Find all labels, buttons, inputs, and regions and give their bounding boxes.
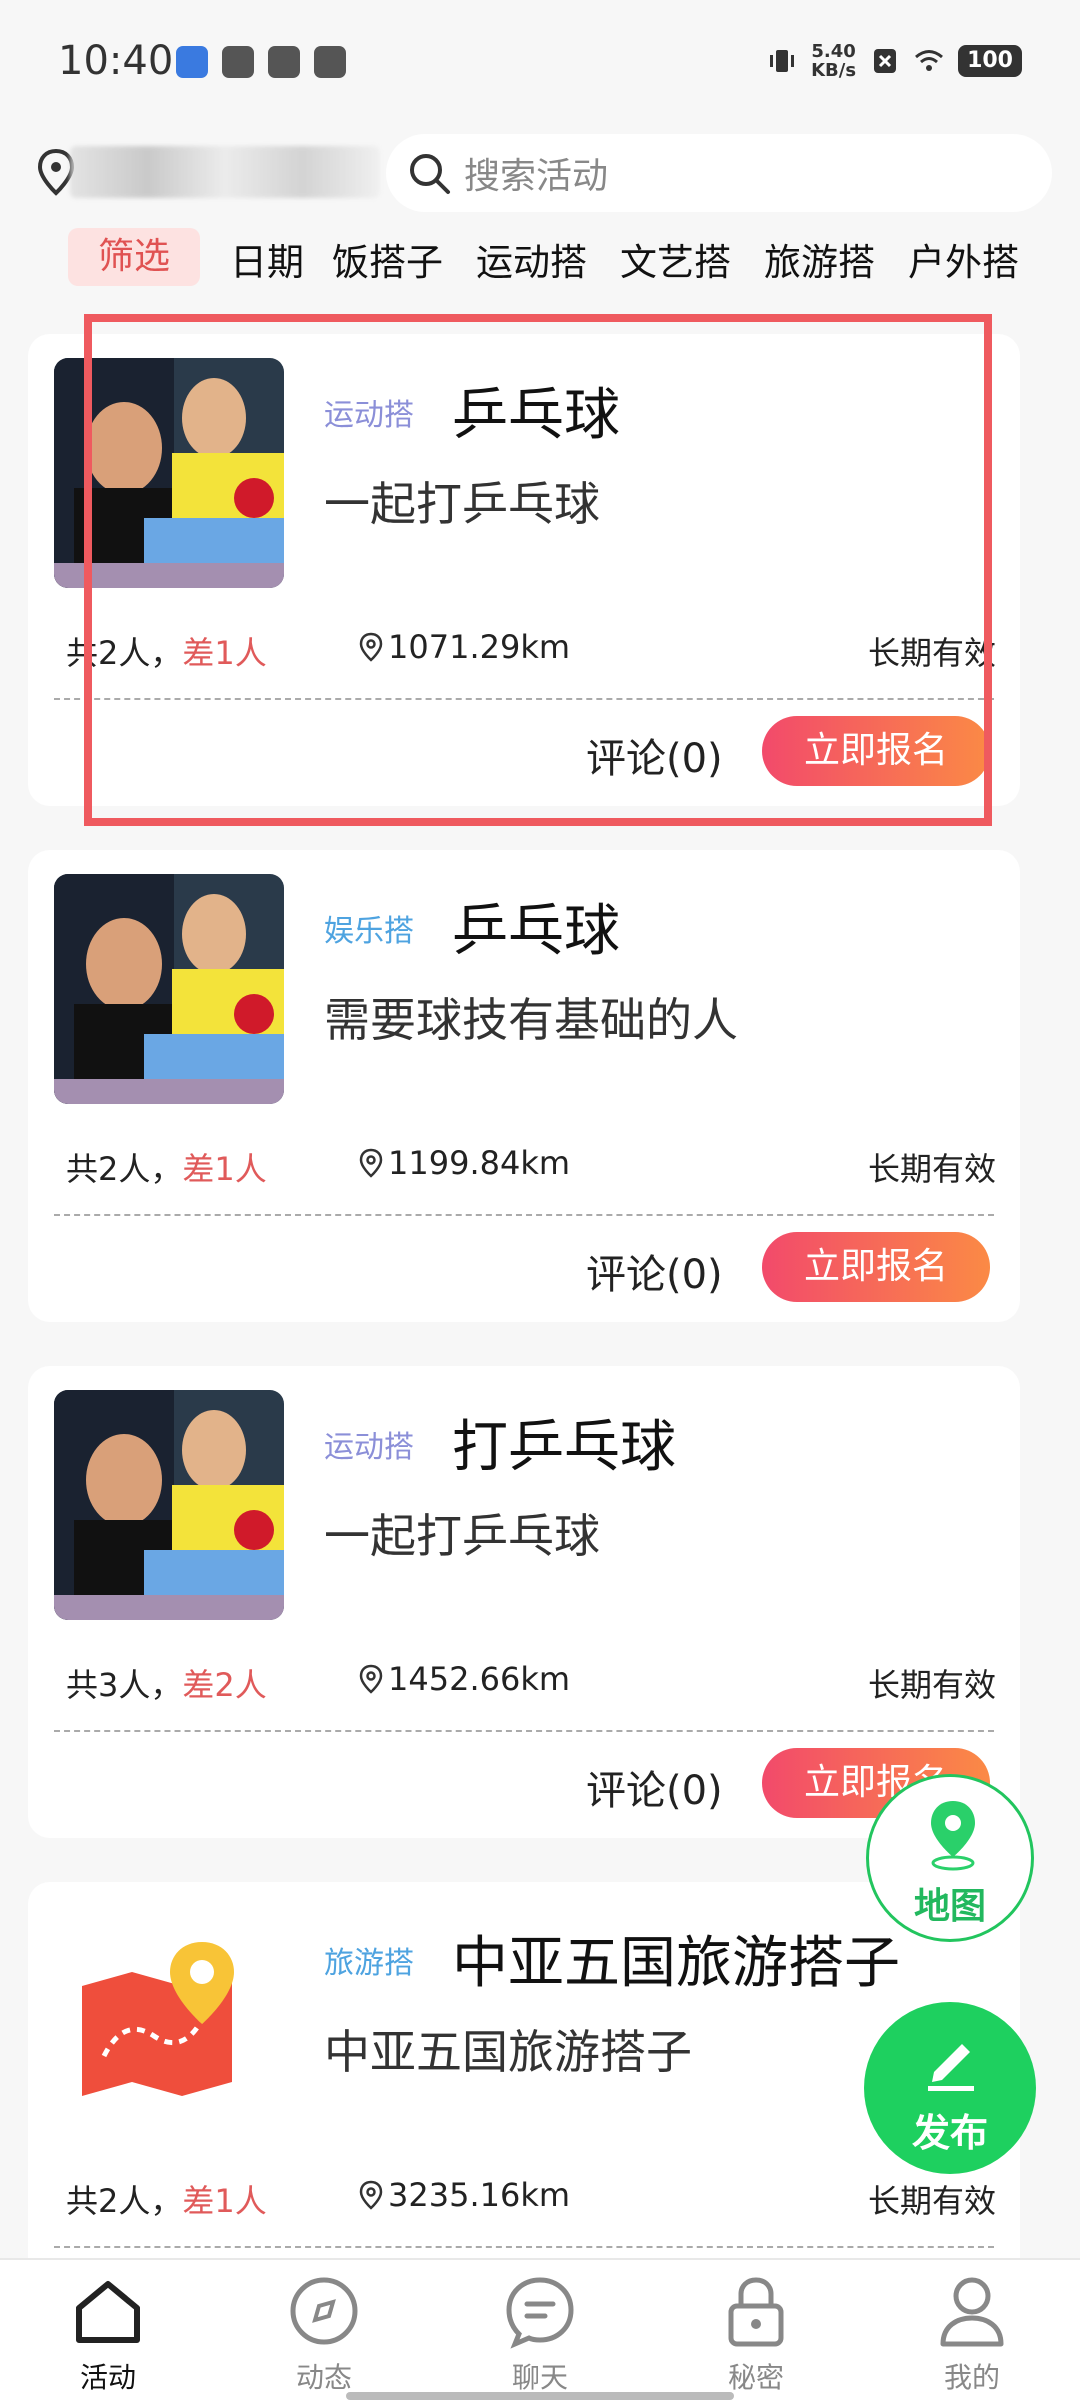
location-pin-icon bbox=[359, 1148, 383, 1178]
notification-icons bbox=[176, 46, 346, 78]
system-indicators: 5.40 KB/s 100 bbox=[767, 42, 1022, 80]
filter-tab-sport[interactable]: 运动搭 bbox=[476, 232, 587, 286]
location-pin-icon bbox=[359, 1664, 383, 1694]
nav-label: 聊天 bbox=[511, 2361, 568, 2394]
nav-label: 我的 bbox=[943, 2361, 1000, 2394]
compass-icon bbox=[290, 2277, 358, 2345]
map-button-label: 地图 bbox=[913, 1886, 986, 1927]
card-divider bbox=[54, 2246, 994, 2248]
activity-photo bbox=[54, 1390, 284, 1620]
card-divider bbox=[54, 1730, 994, 1732]
participant-count: 共2人，差1人 bbox=[66, 2176, 267, 2222]
user-icon bbox=[940, 2277, 1004, 2347]
distance-value: 3235.16km bbox=[388, 2176, 571, 2214]
search-icon bbox=[410, 154, 450, 194]
search-input[interactable]: 搜索活动 bbox=[386, 134, 1052, 212]
search-placeholder: 搜索活动 bbox=[464, 156, 609, 197]
activity-description: 一起打乒乓球 bbox=[324, 1509, 600, 1563]
net-speed-value: 5.40 bbox=[811, 41, 856, 62]
app-notification-icon bbox=[176, 46, 208, 78]
activity-tag: 娱乐搭 bbox=[324, 914, 414, 949]
vibrate-icon bbox=[770, 50, 795, 72]
activity-description: 需要球技有基础的人 bbox=[324, 993, 738, 1047]
network-speed: 5.40 KB/s bbox=[811, 42, 856, 80]
activity-photo bbox=[54, 874, 284, 1104]
validity-text: 长期有效 bbox=[867, 2182, 996, 2220]
status-bar: 10:40 5.40 KB/s 100 bbox=[0, 0, 1080, 130]
chat-icon bbox=[506, 2277, 574, 2349]
nav-label: 活动 bbox=[79, 2361, 136, 2394]
highlight-box bbox=[84, 314, 992, 826]
publish-button[interactable]: 发布 bbox=[864, 2002, 1036, 2174]
comment-button[interactable]: 评论(0) bbox=[586, 1758, 723, 1816]
card-divider bbox=[54, 1214, 994, 1216]
filter-button[interactable]: 筛选 bbox=[68, 228, 200, 286]
filter-tab-outdoor[interactable]: 户外搭 bbox=[908, 232, 1019, 286]
participant-total: 共3人， bbox=[66, 1666, 183, 1704]
location-pin-icon bbox=[359, 2180, 383, 2210]
app-page: 10:40 5.40 KB/s 100 搜索活动 筛选 日期 饭搭子 运动搭 文 bbox=[0, 0, 1080, 2408]
activity-description: 中亚五国旅游搭子 bbox=[324, 2025, 692, 2079]
nav-item-activity[interactable]: 活动 bbox=[38, 2272, 178, 2396]
activity-distance: 1199.84km bbox=[358, 1144, 570, 1182]
activity-card[interactable]: 娱乐搭 乒乓球 需要球技有基础的人 共2人，差1人 1199.84km 长期有效… bbox=[28, 850, 1020, 1322]
nav-label: 秘密 bbox=[727, 2361, 784, 2394]
lock-icon bbox=[728, 2277, 784, 2347]
activity-tag: 旅游搭 bbox=[324, 1946, 414, 1981]
wechat-icon bbox=[222, 46, 254, 78]
validity-text: 长期有效 bbox=[867, 1150, 996, 1188]
activity-distance: 1452.66km bbox=[358, 1660, 570, 1698]
status-time: 10:40 bbox=[58, 38, 174, 84]
app-notification-icon bbox=[314, 46, 346, 78]
publish-button-label: 发布 bbox=[911, 2111, 988, 2155]
map-button[interactable]: 地图 bbox=[866, 1774, 1034, 1942]
travel-map-icon bbox=[54, 1906, 284, 2136]
validity-text: 长期有效 bbox=[867, 1666, 996, 1704]
distance-value: 1452.66km bbox=[388, 1660, 571, 1698]
participant-lack: 差1人 bbox=[182, 2182, 267, 2220]
participant-count: 共3人，差2人 bbox=[66, 1660, 267, 1706]
mail-icon bbox=[268, 46, 300, 78]
participant-count: 共2人，差1人 bbox=[66, 1144, 267, 1190]
activity-title: 乒乓球 bbox=[452, 899, 620, 964]
activity-distance: 3235.16km bbox=[358, 2176, 570, 2214]
map-pin-icon bbox=[931, 1801, 975, 1871]
wifi-icon bbox=[915, 50, 944, 71]
filter-tab-travel[interactable]: 旅游搭 bbox=[764, 232, 875, 286]
home-icon bbox=[76, 2281, 140, 2343]
filter-tab-arts[interactable]: 文艺搭 bbox=[620, 232, 731, 286]
category-filter-bar: 筛选 日期 饭搭子 运动搭 文艺搭 旅游搭 户外搭 bbox=[0, 224, 1080, 294]
bottom-nav: 活动 动态 聊天 秘密 我的 bbox=[0, 2258, 1080, 2408]
signup-button[interactable]: 立即报名 bbox=[762, 1232, 990, 1302]
nav-item-secret[interactable]: 秘密 bbox=[686, 2272, 826, 2396]
nav-label: 动态 bbox=[295, 2361, 352, 2394]
activity-title: 中亚五国旅游搭子 bbox=[452, 1931, 900, 1996]
location-text-blurred[interactable] bbox=[70, 146, 380, 198]
filter-tab-date[interactable]: 日期 bbox=[230, 232, 304, 286]
activity-card[interactable]: 运动搭 打乒乓球 一起打乒乓球 共3人，差2人 1452.66km 长期有效 评… bbox=[28, 1366, 1020, 1838]
battery-indicator: 100 bbox=[958, 45, 1022, 77]
activity-tag: 运动搭 bbox=[324, 1430, 414, 1465]
participant-total: 共2人， bbox=[66, 2182, 183, 2220]
filter-tab-food[interactable]: 饭搭子 bbox=[332, 232, 443, 286]
nav-item-me[interactable]: 我的 bbox=[902, 2272, 1042, 2396]
nav-item-chat[interactable]: 聊天 bbox=[470, 2272, 610, 2396]
participant-lack: 差2人 bbox=[182, 1666, 267, 1704]
nav-item-feed[interactable]: 动态 bbox=[254, 2272, 394, 2396]
no-sim-icon bbox=[874, 49, 897, 73]
participant-total: 共2人， bbox=[66, 1150, 183, 1188]
participant-lack: 差1人 bbox=[182, 1150, 267, 1188]
edit-icon bbox=[928, 2044, 974, 2091]
net-speed-unit: KB/s bbox=[811, 60, 857, 81]
distance-value: 1199.84km bbox=[388, 1144, 571, 1182]
home-indicator bbox=[346, 2392, 734, 2400]
comment-button[interactable]: 评论(0) bbox=[586, 1242, 723, 1300]
activity-title: 打乒乓球 bbox=[452, 1415, 676, 1480]
